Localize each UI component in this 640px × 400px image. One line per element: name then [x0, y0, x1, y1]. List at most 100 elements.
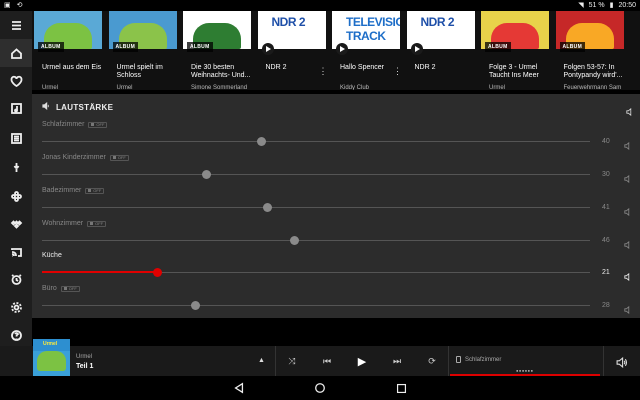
carousel-card[interactable]: TELEVISION TRACKTITELHallo SpencerKiddy … [330, 11, 402, 90]
room-name: Wohnzimmer [42, 220, 84, 227]
volume-thumb[interactable] [202, 170, 212, 179]
toggle-knob [112, 156, 116, 159]
volume-panel: LAUTSTÄRKE Schlafzimmer OFF 40 Jonas Kinder… [32, 94, 640, 318]
carousel-card[interactable]: ALBUM Die 30 besten Weihnachts- Und... Sim… [181, 11, 251, 90]
room-name-group: Badezimmer OFF [42, 187, 105, 194]
cover-logo-text: Urmel [43, 341, 58, 347]
cast-icon [10, 247, 22, 257]
room-power-toggle[interactable]: OFF [60, 285, 80, 292]
rail-item-menu[interactable] [0, 11, 32, 39]
help-icon [10, 329, 22, 341]
clock: 20:50 [618, 1, 636, 9]
carousel-card[interactable]: NDR 2 RADIO NDR 2 [405, 11, 475, 90]
more-options-icon[interactable]: ⋮ [393, 66, 402, 77]
play-icon[interactable] [261, 43, 274, 55]
battery-icon: ▮ [609, 2, 614, 9]
volume-icon[interactable] [616, 355, 627, 373]
heart-icon [10, 75, 22, 87]
mute-icon[interactable] [624, 301, 632, 319]
recents-icon[interactable] [394, 381, 408, 395]
previous-icon[interactable]: ⏮ [320, 354, 334, 368]
media-type-badge: RADIO [424, 45, 443, 51]
now-playing-cover[interactable]: Urmel [33, 339, 70, 376]
card-title: Urmel aus dem Eis [42, 64, 102, 71]
card-title: NDR 2 [414, 64, 436, 71]
back-icon[interactable] [232, 381, 246, 395]
volume-slider[interactable] [42, 301, 590, 310]
rail-item-tidal[interactable] [0, 210, 32, 238]
carousel-card[interactable]: NDR 2 RADIO NDR 2 ⋮ [256, 11, 328, 90]
volume-slider[interactable] [42, 170, 590, 179]
carousel-card[interactable]: ALBUM Folgen 53-57: In Pontypandy wird'..… [554, 11, 624, 90]
room-power-toggle[interactable]: OFF [109, 154, 129, 161]
room-volume-row: Jonas Kinderzimmer OFF 30 [32, 154, 640, 187]
volume-slider[interactable] [42, 236, 590, 245]
volume-value: 30 [602, 171, 610, 178]
room-name-group: Schlafzimmer OFF [42, 121, 108, 128]
volume-value: 41 [602, 204, 610, 211]
volume-thumb[interactable] [191, 301, 201, 310]
room-name-group: Wohnzimmer OFF [42, 220, 107, 227]
rail-item-heart[interactable] [0, 67, 32, 95]
carousel-card[interactable]: ALBUM Urmel aus dem Eis Urmel [32, 11, 102, 90]
toggle-knob [90, 222, 94, 225]
recently-played-carousel: ALBUM Urmel aus dem Eis Urmel ALBUM Urmel sp… [32, 11, 640, 90]
rail-item-list[interactable] [0, 124, 32, 152]
rail-item-home[interactable] [0, 39, 32, 67]
room-name-group: Jonas Kinderzimmer OFF [42, 154, 129, 161]
play-icon[interactable]: ▶ [355, 354, 369, 368]
card-subtitle: Kiddy Club [340, 85, 370, 90]
repeat-icon[interactable]: ⟳ [425, 354, 439, 368]
rail-item-alarm[interactable] [0, 265, 32, 293]
media-type-badge: ALBUM [38, 42, 64, 52]
rail-item-cast[interactable] [0, 238, 32, 266]
volume-thumb[interactable] [290, 236, 300, 245]
now-playing-artist: Urmel [76, 354, 92, 360]
media-type-badge: ALBUM [112, 42, 139, 52]
group-mute-icon[interactable] [626, 103, 634, 121]
volume-thumb[interactable] [262, 203, 272, 212]
room-volume-row: Badezimmer OFF 41 [32, 187, 640, 220]
rail-item-microphone[interactable] [0, 153, 32, 181]
mute-icon[interactable] [624, 137, 632, 155]
play-icon[interactable] [336, 43, 348, 55]
home-nav-icon[interactable] [313, 381, 327, 395]
toggle-knob [63, 287, 67, 290]
status-bar: ▣ ⟲ ◥ 51 % ▮ 20:50 [0, 0, 640, 11]
navigation-rail [0, 11, 32, 370]
mute-icon[interactable] [624, 268, 632, 286]
next-icon[interactable]: ⏭ [390, 354, 404, 368]
volume-thumb[interactable] [153, 268, 163, 277]
list-icon [10, 132, 22, 144]
rail-item-flower-service[interactable] [0, 182, 32, 210]
mute-icon[interactable] [624, 170, 632, 188]
battery-percent: 51 % [588, 1, 605, 9]
room-selector[interactable]: Schlafzimmer [456, 356, 501, 363]
carousel-card[interactable]: ALBUM Folge 3 - Urmel Taucht Ins Meer Urme… [479, 11, 549, 90]
shuffle-icon[interactable]: ⤨ [285, 354, 299, 368]
room-name: Jonas Kinderzimmer [42, 154, 106, 161]
mute-icon[interactable] [624, 203, 632, 221]
volume-slider[interactable] [42, 268, 590, 277]
room-power-toggle[interactable]: OFF [85, 187, 105, 194]
volume-value: 28 [602, 302, 610, 309]
volume-heading: LAUTSTÄRKE [42, 101, 113, 112]
rail-item-settings[interactable] [0, 293, 32, 321]
more-options-icon[interactable]: ⋮ [319, 66, 328, 77]
toggle-state: OFF [68, 286, 77, 291]
room-power-toggle[interactable]: OFF [88, 121, 108, 128]
volume-slider[interactable] [42, 203, 590, 212]
room-volume-row: Schlafzimmer OFF 40 [32, 121, 640, 154]
volume-slider[interactable] [42, 137, 590, 146]
room-power-toggle[interactable]: OFF [87, 220, 107, 227]
microphone-icon [13, 162, 19, 172]
volume-thumb[interactable] [257, 137, 267, 146]
expand-queue-icon[interactable]: ▲ [258, 357, 265, 364]
carousel-card[interactable]: ALBUM Urmel spielt im Schloss Urmel [107, 11, 177, 90]
system-navigation-bar [0, 376, 640, 400]
divider [603, 346, 604, 376]
rail-item-music-library[interactable] [0, 94, 32, 122]
play-icon[interactable] [410, 43, 423, 55]
rail-item-help[interactable] [0, 321, 32, 349]
toggle-state: OFF [93, 188, 102, 193]
